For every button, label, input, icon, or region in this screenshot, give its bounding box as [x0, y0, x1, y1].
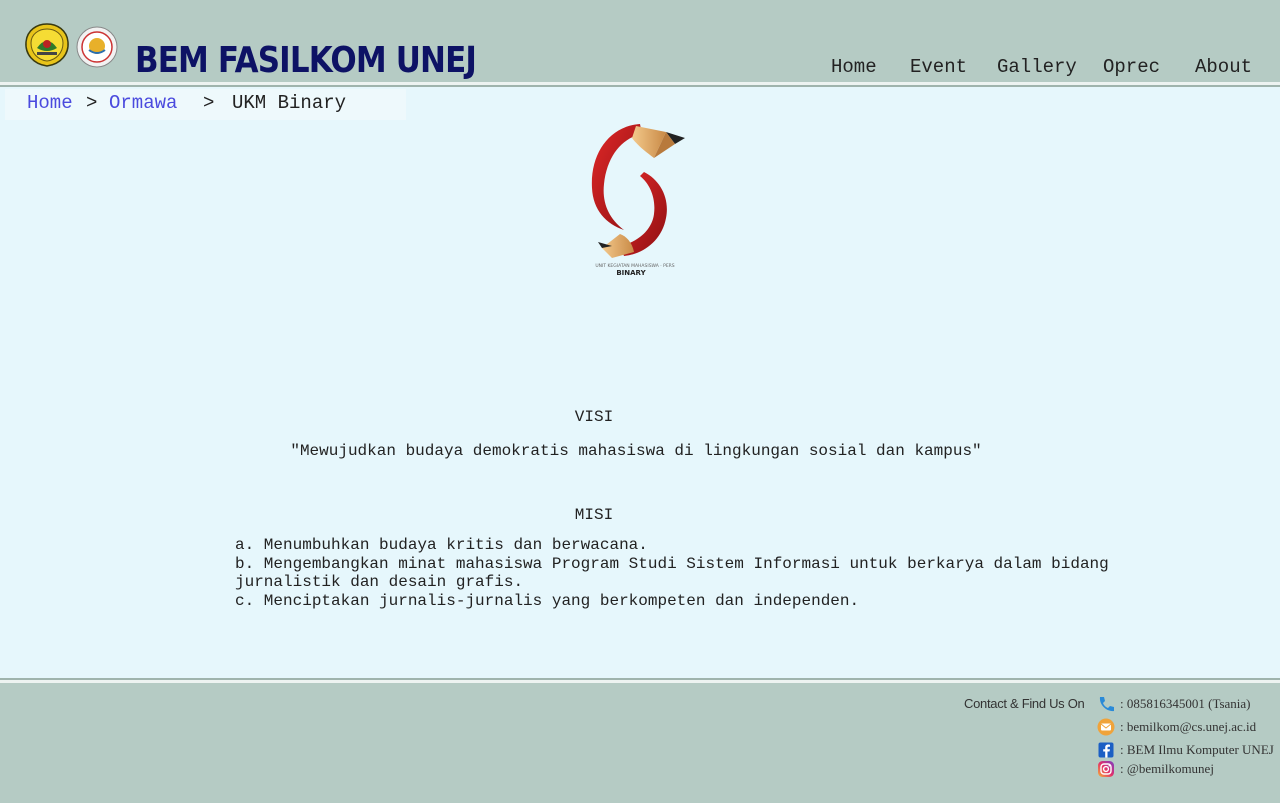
contact-instagram-text: : @bemilkomunej [1120, 761, 1214, 776]
email-icon [1097, 718, 1115, 736]
contact-email-text: : bemilkom@cs.unej.ac.id [1120, 719, 1257, 734]
contact-label: Contact & Find Us On [964, 696, 1085, 711]
site-header: BEM FASILKOM UNEJ Home Event Gallery Opr… [0, 0, 1280, 85]
contact-facebook[interactable]: : BEM Ilmu Komputer UNEJ [1097, 740, 1274, 760]
ukm-logo-caption: BINARY [616, 269, 646, 277]
instagram-icon [1098, 761, 1114, 777]
breadcrumb-home[interactable]: Home [27, 89, 73, 117]
contact-email[interactable]: : bemilkom@cs.unej.ac.id [1097, 717, 1256, 737]
ukm-binary-logo: UNIT KEGIATAN MAHASISWA · PERS BINARY [591, 124, 685, 277]
nav-oprec[interactable]: Oprec [1103, 54, 1160, 80]
phone-icon [1099, 697, 1114, 712]
misi-list: a. Menumbuhkan budaya kritis dan berwaca… [235, 536, 1135, 610]
misi-heading: MISI [574, 506, 614, 524]
breadcrumb-separator: > [86, 92, 98, 114]
visi-heading: VISI [574, 408, 614, 426]
breadcrumb-separator: > [203, 92, 215, 114]
contact-instagram[interactable]: : @bemilkomunej [1097, 759, 1214, 779]
visi-text: "Mewujudkan budaya demokratis mahasiswa … [290, 442, 982, 460]
misi-item: c. Menciptakan jurnalis-jurnalis yang be… [235, 591, 860, 610]
nav-event[interactable]: Event [910, 54, 967, 80]
nav-home[interactable]: Home [831, 54, 877, 80]
breadcrumb: Home > Ormawa > UKM Binary [5, 89, 406, 120]
main-nav: Home Event Gallery Oprec About [0, 54, 1280, 80]
nav-gallery[interactable]: Gallery [997, 54, 1077, 80]
contact-facebook-text: : BEM Ilmu Komputer UNEJ [1120, 742, 1274, 757]
breadcrumb-current: UKM Binary [232, 92, 347, 114]
misi-item: a. Menumbuhkan budaya kritis dan berwaca… [235, 536, 648, 554]
nav-about[interactable]: About [1195, 54, 1252, 80]
site-footer: Contact & Find Us On : 085816345001 (Tsa… [0, 680, 1280, 803]
misi-item: b. Mengembangkan minat mahasiswa Program… [235, 554, 1119, 592]
contact-phone[interactable]: : 085816345001 (Tsania) [1097, 694, 1251, 714]
facebook-icon [1098, 742, 1114, 758]
breadcrumb-ormawa[interactable]: Ormawa [109, 89, 177, 117]
contact-phone-text: : 085816345001 (Tsania) [1120, 696, 1251, 711]
